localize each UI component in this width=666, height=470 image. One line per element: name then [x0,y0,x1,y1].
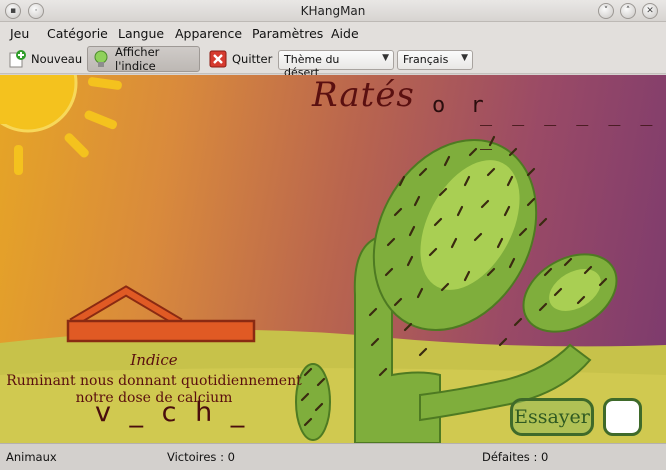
gallows-base [66,285,256,343]
status-category: Animaux [6,450,57,464]
quit-label: Quitter [232,52,273,66]
word-to-guess: v _ c h _ [95,397,250,428]
menu-bar: Jeu Catégorie Langue Apparence Paramètre… [0,22,666,44]
menu-apparence[interactable]: Apparence [175,26,242,41]
lightbulb-icon [92,50,110,68]
sun-icon [0,75,122,175]
window-title: KHangMan [300,4,366,18]
status-wins: Victoires : 0 [167,450,235,464]
game-scene: Ratés o r _ _ _ _ _ _ _ Indice Ruminant … [0,75,666,443]
new-button[interactable]: Nouveau [4,46,82,72]
maximize-icon[interactable]: ˄ [620,3,636,19]
chevron-down-icon: ▼ [461,53,468,63]
hint-title: Indice [130,351,178,369]
missed-label: Ratés [312,75,415,115]
show-hint-button[interactable]: Afficher l'indice [87,45,200,73]
menu-parametres[interactable]: Paramètres [252,26,323,41]
language-select[interactable]: Français ▼ [397,50,473,70]
close-icon[interactable]: ✕ [642,3,658,19]
toolbar: Nouveau Afficher l'indice Quitter Thème … [0,44,666,79]
minimize-icon[interactable]: ˅ [598,3,614,19]
language-value: Français [403,53,449,66]
chevron-down-icon: ▼ [382,53,389,63]
missed-slots: _ _ _ _ _ _ _ [480,102,657,150]
new-document-icon [8,50,26,68]
theme-select[interactable]: Thème du désert ▼ [278,50,394,79]
title-bar: ▪ · KHangMan ˅ ˄ ✕ [0,0,666,22]
show-hint-label: Afficher l'indice [115,45,160,73]
quit-button[interactable]: Quitter [205,46,273,72]
hint-line-1: Ruminant nous donnant quotidiennement [6,373,302,389]
quit-icon [209,50,227,68]
letter-input[interactable] [603,398,642,436]
new-label: Nouveau [31,52,83,66]
menu-jeu[interactable]: Jeu [10,26,29,41]
menu-categorie[interactable]: Catégorie [47,26,108,41]
status-losses: Défaites : 0 [482,450,549,464]
try-button[interactable]: Essayer [510,398,594,436]
menu-langue[interactable]: Langue [118,26,164,41]
menu-aide[interactable]: Aide [331,26,359,41]
status-bar: Animaux Victoires : 0 Défaites : 0 [0,443,666,470]
